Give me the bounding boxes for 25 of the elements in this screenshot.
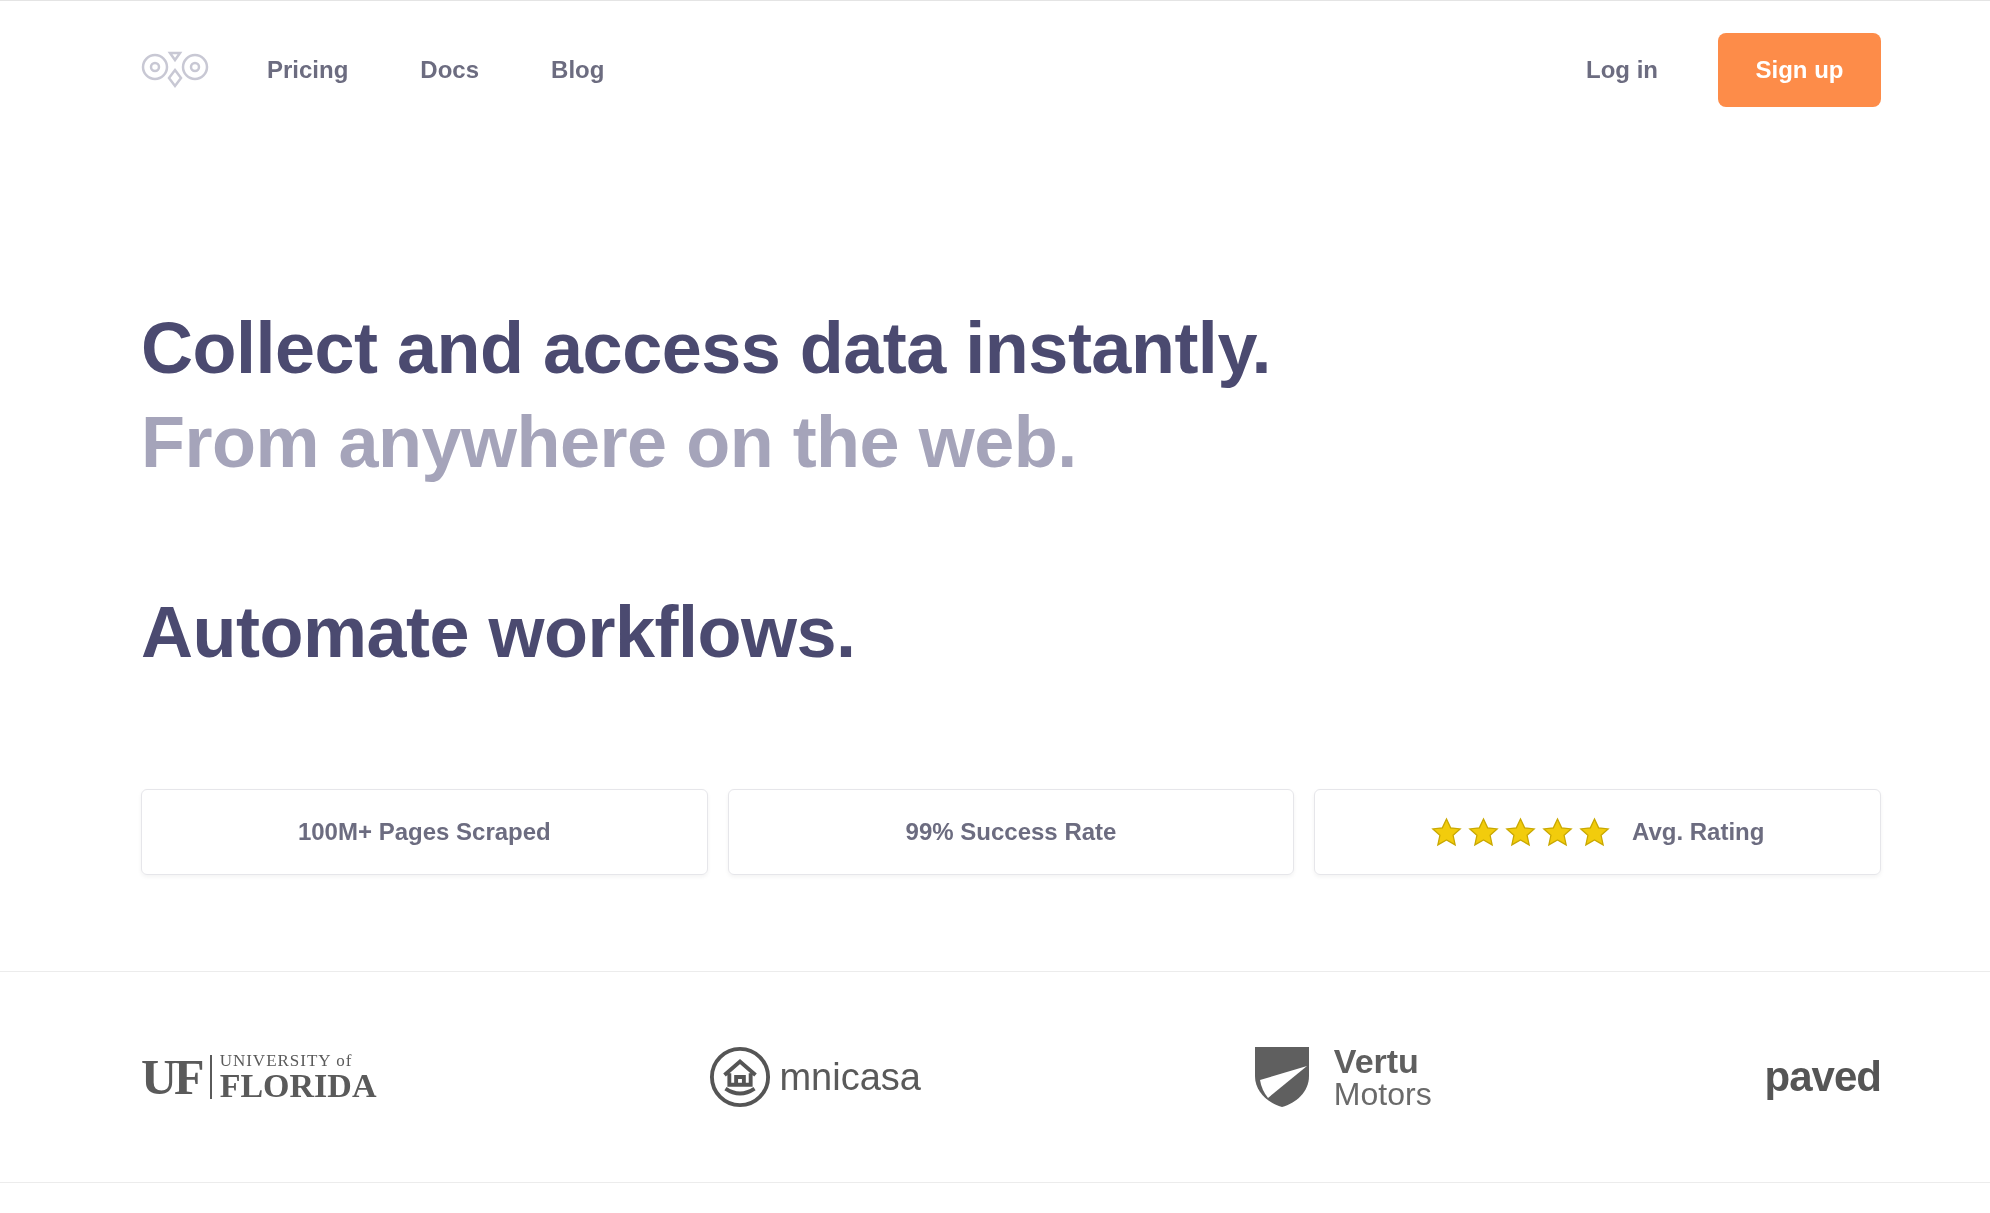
house-circle-icon: [709, 1046, 772, 1108]
logo-text: UF: [141, 1048, 202, 1106]
stat-label: 100M+ Pages Scraped: [297, 818, 551, 846]
subheadline: From anywhere on the web.: [141, 401, 1078, 484]
stat-label: 99% Success Rate: [905, 818, 1117, 846]
logo-text: UNIVERSITY of: [219, 1051, 354, 1069]
logo-text: Motors: [1333, 1078, 1432, 1110]
nav-link[interactable]: Blog: [551, 55, 605, 84]
stat-label: Avg. Rating: [1631, 818, 1765, 846]
star-icon: [1541, 816, 1573, 848]
star-icon: [1578, 816, 1610, 848]
tagline: Automate workflows.: [141, 591, 857, 674]
nav-link[interactable]: Pricing: [267, 55, 349, 84]
star-icon: [1430, 816, 1462, 848]
logo-text: paved: [1764, 1053, 1881, 1101]
logo-text: mnicasa: [779, 1055, 921, 1099]
headline: Collect and access data instantly.: [141, 307, 1273, 390]
owl-logo-icon[interactable]: [141, 49, 209, 90]
nav-link[interactable]: Docs: [420, 55, 480, 84]
star-icon: [1467, 816, 1499, 848]
star-icon: [1504, 816, 1536, 848]
login-link[interactable]: Log in: [1586, 55, 1658, 84]
shield-icon: [1253, 1046, 1310, 1108]
logo-text: FLORIDA: [219, 1068, 377, 1103]
logo-text: Vertu: [1333, 1044, 1420, 1078]
